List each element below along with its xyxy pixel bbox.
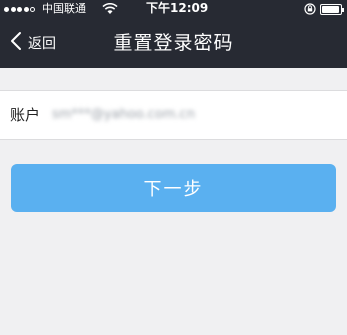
wifi-icon — [102, 2, 118, 18]
page-title: 重置登录密码 — [113, 32, 234, 54]
carrier-name: 中国联通 — [42, 2, 86, 15]
next-step-button[interactable]: 下一步 — [11, 164, 336, 212]
account-label: 账户 — [10, 106, 41, 124]
account-row: 账户 — [0, 90, 347, 140]
orientation-lock-icon — [304, 3, 316, 18]
signal-strength-icon — [4, 7, 35, 13]
app-header: 中国联通 下午12:09 返回 重置登录密码 — [0, 0, 347, 68]
status-bar: 中国联通 下午12:09 — [0, 0, 347, 20]
battery-icon — [320, 4, 344, 15]
status-time: 下午12:09 — [146, 1, 209, 15]
account-field[interactable] — [52, 105, 252, 125]
